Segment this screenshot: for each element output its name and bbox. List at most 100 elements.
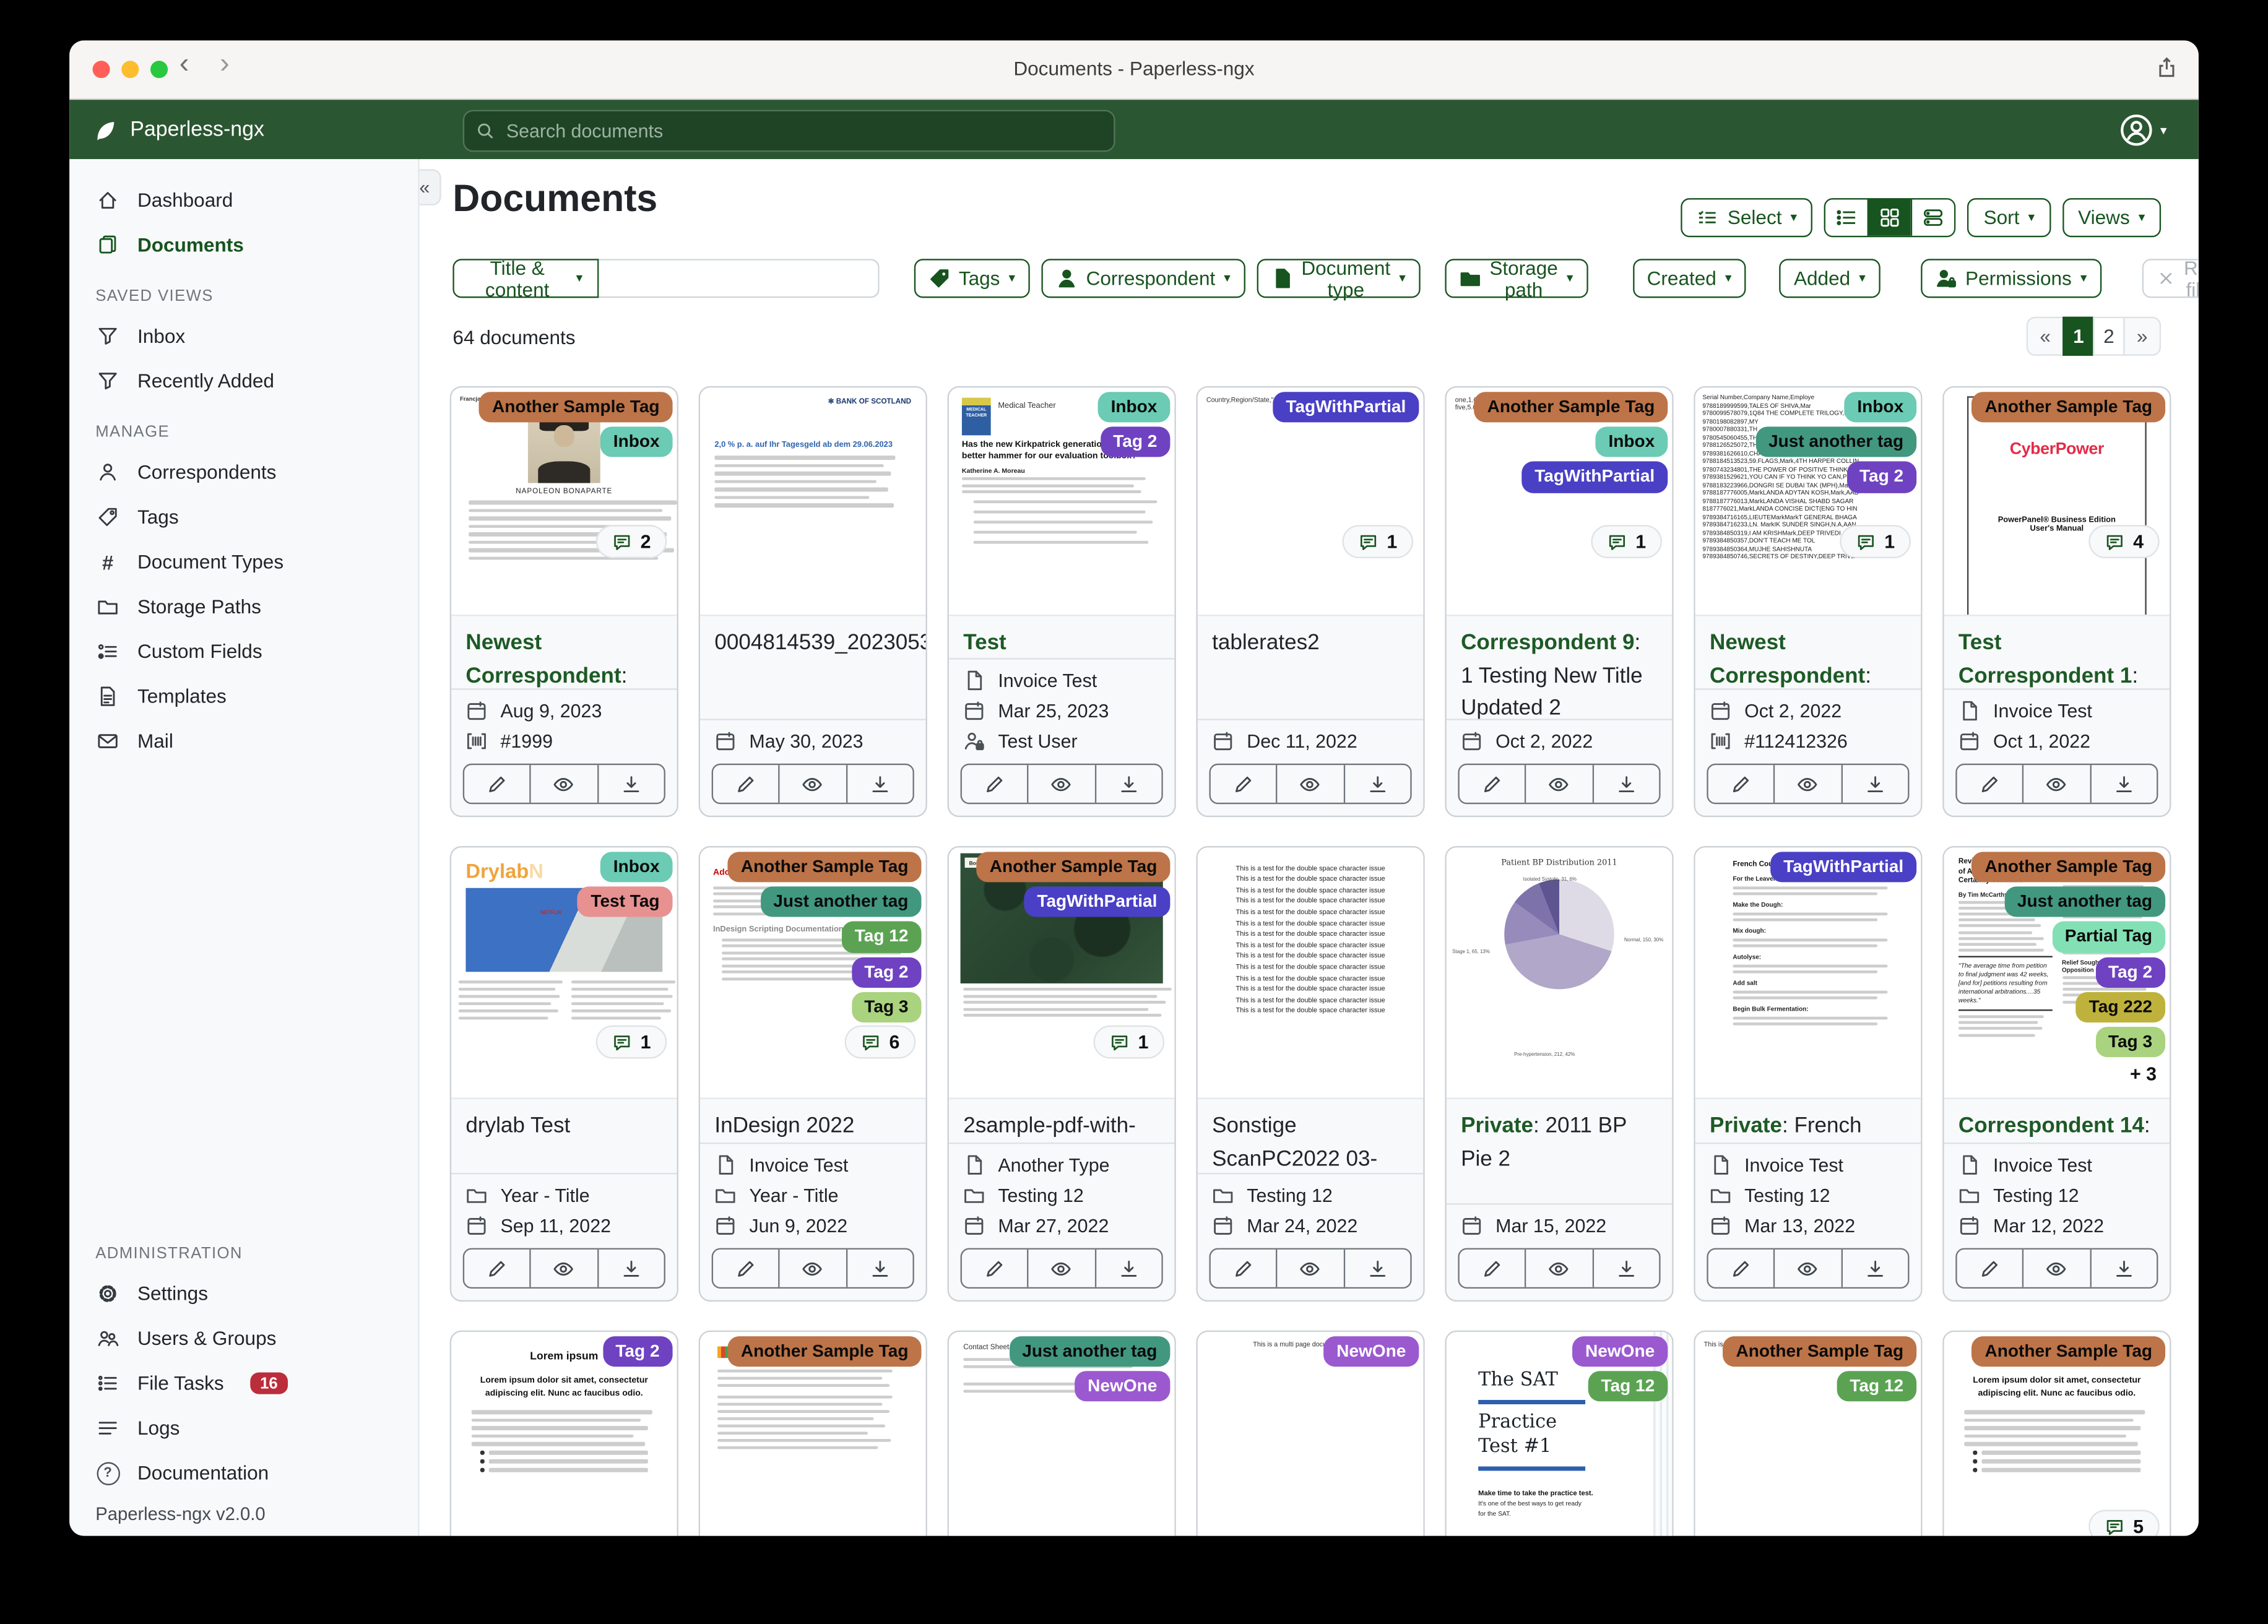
document-card[interactable]: MEDICAL TEACHER Medical Teacher Has the n…	[947, 386, 1176, 818]
tag-test-tag[interactable]: Test Tag	[578, 886, 673, 918]
edit-document-button[interactable]	[1708, 765, 1774, 803]
user-menu[interactable]: ▾	[2119, 113, 2166, 147]
download-document-button[interactable]	[1591, 1249, 1659, 1287]
tag-tag-3[interactable]: Tag 3	[2095, 1026, 2166, 1058]
document-card[interactable]: Lorem ipsumLorem ipsum dolor sit amet, c…	[449, 1330, 678, 1536]
sidebar-item-documents[interactable]: Documents	[69, 223, 418, 267]
tag-tag-2[interactable]: Tag 2	[851, 956, 922, 988]
document-thumbnail[interactable]: ✻ BANK OF SCOTLAND 2,0 % p. a. auf Ihr T…	[699, 387, 926, 616]
sidebar-item-file-tasks[interactable]: File Tasks 16	[69, 1361, 418, 1406]
tag-another-sample-tag[interactable]: Another Sample Tag	[1972, 1336, 2166, 1367]
tag-another-sample-tag[interactable]: Another Sample Tag	[1723, 1336, 1917, 1367]
tag-tagwithpartial[interactable]: TagWithPartial	[1273, 392, 1419, 423]
global-search[interactable]	[462, 110, 1115, 152]
document-card[interactable]: This is a testAnother Sample TagTag 12	[1694, 1330, 1923, 1536]
sidebar-item-templates[interactable]: Templates	[69, 674, 418, 719]
document-thumbnail[interactable]: Lorem ipsumLorem ipsum dolor sit amet, c…	[451, 1332, 677, 1536]
edit-document-button[interactable]	[464, 765, 530, 803]
document-thumbnail[interactable]: Francja pod r NAPOLEON BONAPARTE Another …	[451, 387, 677, 616]
document-thumbnail[interactable]: French Country Bread For the LeavenMake …	[1695, 847, 1921, 1099]
sort-button[interactable]: Sort ▾	[1967, 198, 2051, 238]
preview-document-button[interactable]	[1525, 765, 1592, 803]
views-button[interactable]: Views ▾	[2062, 198, 2162, 238]
sidebar-item-recently-added[interactable]: Recently Added	[69, 359, 418, 404]
notes-count-badge[interactable]: 1	[1341, 525, 1413, 558]
download-document-button[interactable]	[1094, 1249, 1161, 1287]
preview-document-button[interactable]	[1525, 1249, 1592, 1287]
tag-tag-12[interactable]: Tag 12	[1837, 1371, 1917, 1402]
document-thumbnail[interactable]: Ado InDesign Scripting Documentation Anot…	[699, 847, 926, 1099]
document-card[interactable]: Review ofof ArbitralCertainty of Award B…	[1942, 845, 2171, 1302]
pagination-page-2[interactable]: 2	[2093, 316, 2125, 356]
document-title[interactable]: InDesign 2022 Scripting Read Me	[699, 1099, 926, 1144]
document-thumbnail[interactable]: Lorem ipsumLorem ipsum dolor sit amet, c…	[1944, 1332, 2170, 1536]
tag-another-sample-tag[interactable]: Another Sample Tag	[976, 852, 1171, 883]
view-list-button[interactable]	[1825, 199, 1868, 236]
pagination-next[interactable]: »	[2123, 316, 2162, 356]
select-button[interactable]: Select ▾	[1681, 198, 1813, 238]
download-document-button[interactable]	[1840, 765, 1908, 803]
edit-document-button[interactable]	[1211, 765, 1276, 803]
reset-filters-button[interactable]: Reset filters	[2142, 257, 2199, 300]
document-title[interactable]: 0004814539_20230531	[699, 616, 926, 720]
preview-document-button[interactable]	[530, 1249, 597, 1287]
tag-tag-12[interactable]: Tag 12	[841, 922, 922, 952]
pagination-page-1[interactable]: 1	[2062, 316, 2095, 356]
tag-inbox[interactable]: Inbox	[600, 852, 673, 883]
tag-inbox[interactable]: Inbox	[1097, 392, 1171, 423]
download-document-button[interactable]	[2089, 1249, 2157, 1287]
document-card[interactable]: Francja pod r NAPOLEON BONAPARTE Another …	[449, 386, 678, 818]
preview-document-button[interactable]	[1773, 1249, 1841, 1287]
document-thumbnail[interactable]: Boundary Waters TripAnother Sample TagTa…	[948, 847, 1175, 1099]
document-correspondent[interactable]: Private	[1710, 1113, 1782, 1138]
notes-count-badge[interactable]: 1	[1839, 525, 1911, 558]
tag-tag-2[interactable]: Tag 2	[2095, 956, 2166, 988]
preview-document-button[interactable]	[778, 1249, 846, 1287]
document-card[interactable]: ✻ BANK OF SCOTLAND 2,0 % p. a. auf Ihr T…	[698, 386, 927, 818]
preview-document-button[interactable]	[530, 765, 597, 803]
sidebar-item-storage-paths[interactable]: Storage Paths	[69, 584, 418, 629]
document-correspondent[interactable]: Correspondent 9	[1461, 631, 1634, 655]
download-document-button[interactable]	[1591, 765, 1659, 803]
document-correspondent[interactable]: Newest Correspondent	[1710, 631, 1865, 688]
tag-just-another-tag[interactable]: Just another tag	[1009, 1336, 1171, 1367]
document-card[interactable]: This is a multi page document. Page 1. Ne…	[1196, 1330, 1425, 1536]
edit-document-button[interactable]	[1708, 1250, 1774, 1287]
search-input[interactable]	[503, 118, 1102, 144]
preview-document-button[interactable]	[778, 765, 846, 803]
preview-document-button[interactable]	[1276, 765, 1343, 803]
edit-document-button[interactable]	[1460, 1250, 1525, 1287]
app-brand[interactable]: Paperless-ngx	[93, 100, 264, 160]
document-card[interactable]: The SAT Practice Test #1 Make time to tak…	[1445, 1330, 1674, 1536]
tag-tag-222[interactable]: Tag 222	[2075, 991, 2166, 1022]
document-correspondent[interactable]: Private	[1461, 1113, 1533, 1138]
tag-another-sample-tag[interactable]: Another Sample Tag	[727, 1336, 922, 1367]
document-thumbnail[interactable]: Test Name Another Sample Tag	[699, 1332, 926, 1536]
document-title[interactable]: 2sample-pdf-with-images	[948, 1099, 1175, 1144]
pagination-prev[interactable]: «	[2026, 316, 2064, 356]
document-thumbnail[interactable]: Patient BP Distribution 2011 Isolated Sy…	[1446, 847, 1673, 1099]
document-thumbnail[interactable]: The SAT Practice Test #1 Make time to tak…	[1446, 1332, 1673, 1536]
document-card[interactable]: Patient BP Distribution 2011 Isolated Sy…	[1445, 845, 1674, 1302]
document-thumbnail[interactable]: Country,Region/State," TagWithPartial 1	[1197, 387, 1424, 616]
download-document-button[interactable]	[597, 1249, 664, 1287]
notes-count-badge[interactable]: 4	[2088, 525, 2160, 558]
document-title[interactable]: Newest Correspondent: H7_Napoleon_Bonapa…	[451, 616, 677, 690]
tag-another-sample-tag[interactable]: Another Sample Tag	[1972, 392, 2166, 423]
document-thumbnail[interactable]: Serial Number,Company Name,Employe 978818…	[1695, 387, 1921, 616]
notes-count-badge[interactable]: 5	[2088, 1510, 2160, 1536]
view-grid-button[interactable]	[1868, 199, 1911, 236]
search-field-selector[interactable]: Title & content ▾	[452, 257, 599, 300]
document-card[interactable]: French Country Bread For the LeavenMake …	[1694, 845, 1923, 1302]
document-thumbnail[interactable]: This is a multi page document. Page 1. Ne…	[1197, 1332, 1424, 1536]
document-thumbnail[interactable]: DrylabN NETFLIX Inbox Test Tag 1	[451, 847, 677, 1099]
document-thumbnail[interactable]: Contact Sheet Demo Just another tag NewOn…	[948, 1332, 1175, 1536]
tag-inbox[interactable]: Inbox	[1595, 426, 1668, 458]
preview-document-button[interactable]	[1276, 1249, 1343, 1287]
sidebar-item-correspondents[interactable]: Correspondents	[69, 450, 418, 495]
sidebar-item-logs[interactable]: Logs	[69, 1406, 418, 1450]
document-correspondent[interactable]: Newest Correspondent	[465, 631, 621, 688]
preview-document-button[interactable]	[2022, 1249, 2090, 1287]
tag-tagwithpartial[interactable]: TagWithPartial	[1521, 462, 1668, 493]
notes-count-badge[interactable]: 1	[1590, 525, 1662, 558]
